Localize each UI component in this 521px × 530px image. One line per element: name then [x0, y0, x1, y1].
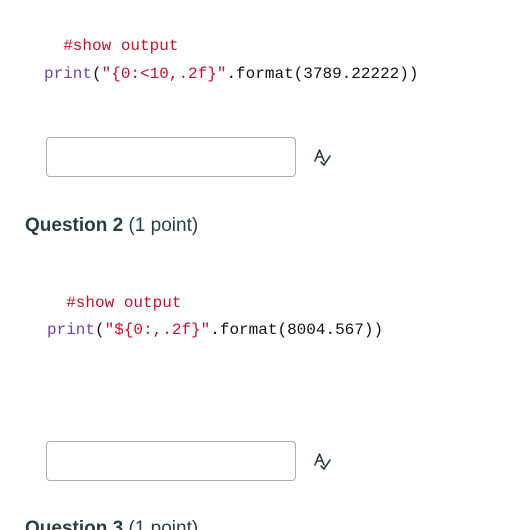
q1-code-number: 3789.22222 — [303, 65, 400, 83]
q2-title: Question 2 — [25, 215, 124, 236]
q1-code-string: "{0:<10,.2f}" — [101, 65, 227, 83]
q1-code-method: .format( — [226, 65, 304, 83]
q1-code-close: )) — [399, 65, 419, 83]
q3-heading: Question 3 (1 point) — [25, 518, 198, 530]
q2-answer-input[interactable] — [46, 441, 296, 481]
q2-points: (1 point) — [128, 215, 199, 236]
q1-comment: #show output — [44, 16, 178, 56]
q2-comment: #show output — [47, 273, 181, 313]
spellcheck-icon[interactable] — [312, 451, 332, 471]
q3-points: (1 point) — [128, 518, 199, 530]
q2-heading: Question 2 (1 point) — [25, 215, 198, 237]
q2-code-line: print("${0:,.2f}".format(8004.567)) — [47, 320, 383, 340]
q2-code-open: ( — [95, 321, 105, 339]
q1-comment-text: #show output — [63, 37, 179, 55]
q3-title: Question 3 — [25, 518, 124, 530]
spellcheck-icon[interactable] — [312, 147, 332, 167]
q2-comment-text: #show output — [66, 294, 182, 312]
q1-code-line: print("{0:<10,.2f}".format(3789.22222)) — [44, 64, 418, 84]
q2-code-func: print — [47, 321, 96, 339]
q2-code-method: .format( — [210, 321, 288, 339]
q2-code-string: "${0:,.2f}" — [104, 321, 211, 339]
q1-code-func: print — [44, 65, 93, 83]
q1-answer-input[interactable] — [46, 137, 296, 177]
q2-code-number: 8004.567 — [287, 321, 364, 339]
q1-code-open: ( — [92, 65, 102, 83]
q2-code-close: )) — [363, 321, 384, 339]
